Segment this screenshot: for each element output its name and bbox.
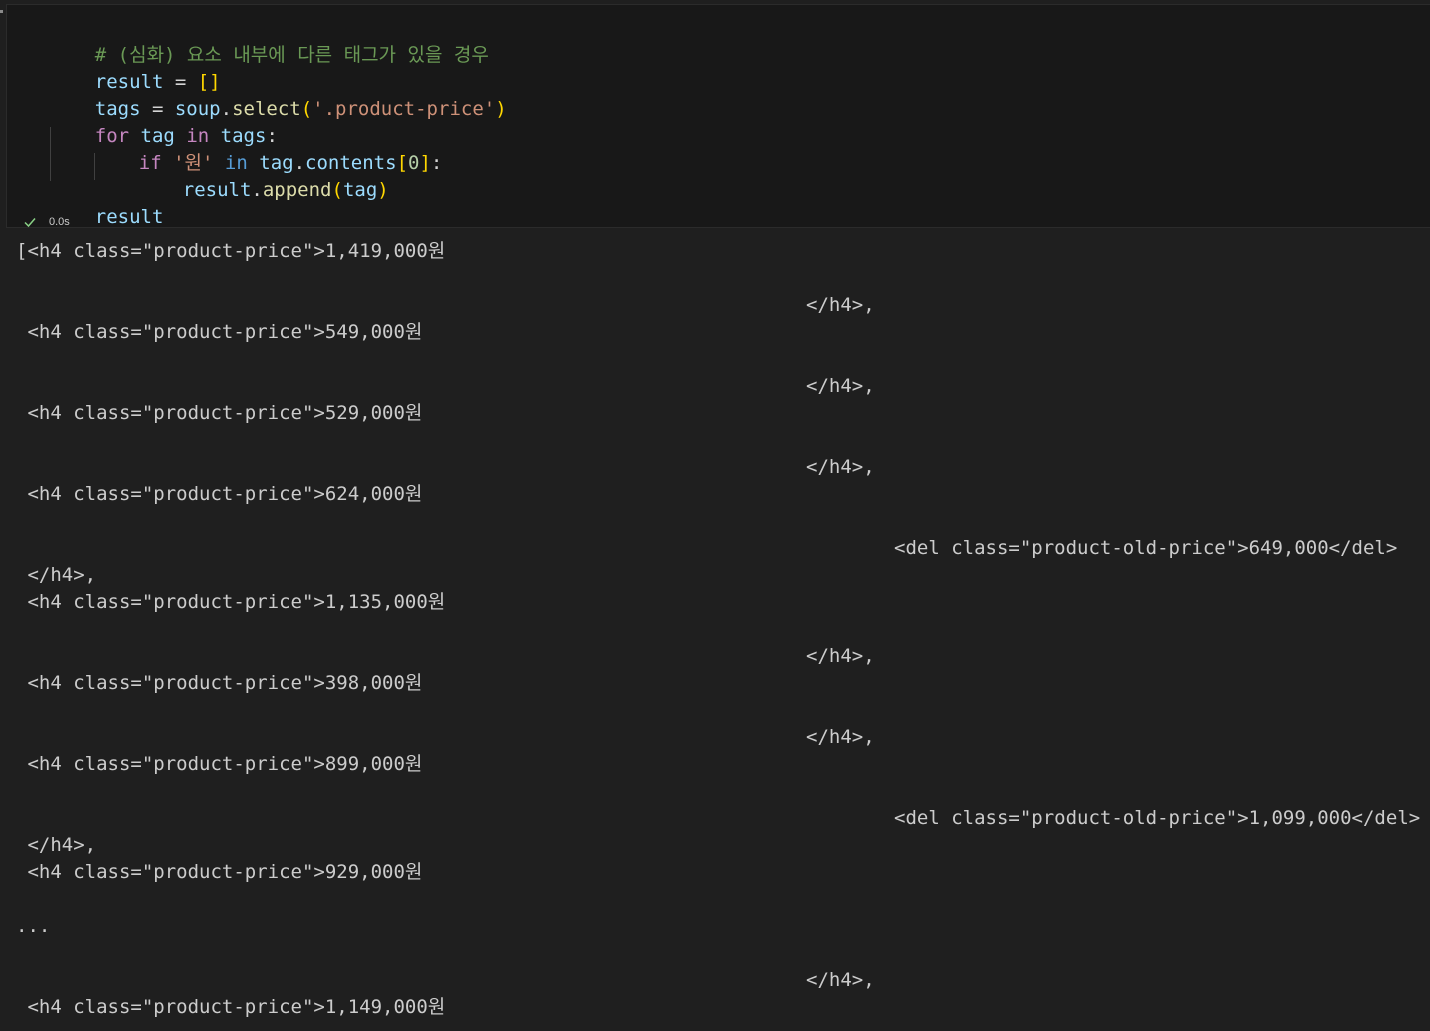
code-dot: . bbox=[251, 179, 263, 201]
output-line: <h4 class="product-price">899,000원 bbox=[16, 753, 423, 775]
output-line: </h4>, bbox=[806, 645, 875, 667]
output-line: <h4 class="product-price">1,135,000원 bbox=[16, 591, 446, 613]
code-arg-tag: tag bbox=[342, 179, 378, 201]
code-paren-open: ( bbox=[300, 98, 313, 120]
code-colon: : bbox=[430, 152, 443, 174]
output-line: <h4 class="product-price">929,000원 bbox=[16, 861, 423, 883]
output-line: <h4 class="product-price">549,000원 bbox=[16, 321, 423, 343]
output-line: <h4 class="product-price">1,149,000원 bbox=[16, 996, 446, 1018]
output-line: <h4 class="product-price">398,000원 bbox=[16, 672, 423, 694]
output-line: </h4>, bbox=[806, 375, 875, 397]
output-line: <h4 class="product-price">624,000원 bbox=[16, 483, 423, 505]
indent-guide-1 bbox=[50, 127, 51, 181]
output-line: </h4>, bbox=[16, 564, 97, 586]
code-fn-append: append bbox=[262, 179, 332, 201]
code-paren-close: ) bbox=[495, 98, 507, 120]
code-line-4: if '원' in tag.contents[0]: bbox=[93, 123, 443, 174]
output-line: </h4>, bbox=[16, 834, 97, 856]
code-line-5: result.append(tag) bbox=[137, 150, 389, 201]
code-line-3: for tag in tags: bbox=[49, 96, 278, 147]
output-line: </h4>, bbox=[806, 456, 875, 478]
code-obj-result: result bbox=[182, 179, 252, 201]
code-line-2: tags = soup.select('.product-price') bbox=[49, 69, 507, 120]
code-line-6: result bbox=[49, 177, 164, 228]
code-bracket-open: [ bbox=[396, 152, 409, 174]
window-corner-marker bbox=[0, 10, 3, 13]
output-ellipsis: ... bbox=[16, 915, 51, 937]
cell-output[interactable]: [<h4 class="product-price">1,419,000원 </… bbox=[0, 229, 1430, 1031]
code-number-index: 0 bbox=[408, 152, 420, 174]
output-line: </h4>, bbox=[806, 726, 875, 748]
output-line: </h4>, bbox=[806, 969, 875, 991]
output-line: [<h4 class="product-price">1,419,000원 bbox=[16, 240, 446, 262]
output-line: <del class="product-old-price">1,099,000… bbox=[894, 807, 1421, 829]
output-line: <h4 class="product-price">529,000원 bbox=[16, 402, 423, 424]
code-paren-open: ( bbox=[331, 179, 343, 201]
output-line: <del class="product-old-price">649,000</… bbox=[894, 537, 1398, 559]
code-bracket-close: ] bbox=[419, 152, 431, 174]
code-line-comment: # (심화) 요소 내부에 다른 태그가 있을 경우 bbox=[49, 15, 489, 66]
code-cell[interactable]: # (심화) 요소 내부에 다른 태그가 있을 경우 result = [] t… bbox=[6, 4, 1430, 228]
execution-duration: 0.0s bbox=[49, 216, 70, 228]
code-paren-close: ) bbox=[377, 179, 389, 201]
code-var-result: result bbox=[94, 206, 164, 228]
check-icon bbox=[23, 215, 37, 229]
code-string-selector: '.product-price' bbox=[312, 98, 496, 120]
output-line: </h4>, bbox=[806, 294, 875, 316]
indent-guide-2 bbox=[94, 153, 95, 180]
code-line-1: result = [] bbox=[49, 42, 221, 93]
